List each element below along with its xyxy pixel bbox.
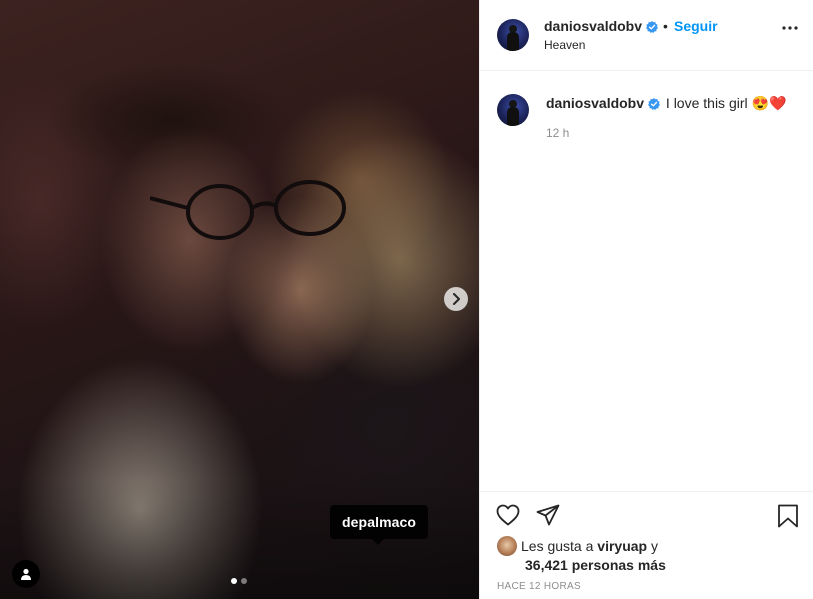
user-tag-icon bbox=[21, 568, 31, 580]
likes-prefix: Les gusta a bbox=[521, 538, 594, 554]
verified-badge-icon bbox=[646, 21, 659, 33]
caption-text-line: daniosvaldobv I love this girl 😍❤️ bbox=[546, 95, 786, 112]
post-header: daniosvaldobv • Seguir Heaven bbox=[480, 0, 813, 71]
carousel-dot bbox=[241, 578, 247, 584]
post-actions: Les gusta a viryuap y 36,421 personas má… bbox=[480, 491, 813, 599]
header-separator: • bbox=[663, 18, 668, 34]
carousel-indicator bbox=[231, 578, 247, 584]
follow-button[interactable]: Seguir bbox=[674, 18, 718, 34]
author-username-link[interactable]: daniosvaldobv bbox=[544, 18, 659, 34]
bookmark-icon[interactable] bbox=[777, 504, 799, 528]
verified-badge-icon bbox=[648, 98, 661, 110]
carousel-next-button[interactable] bbox=[444, 287, 468, 311]
post-side-panel: daniosvaldobv • Seguir Heaven daniosvald… bbox=[479, 0, 813, 599]
liker-username[interactable]: viryuap bbox=[597, 538, 647, 554]
liker-avatar[interactable] bbox=[497, 536, 517, 556]
photo-detail-glasses bbox=[150, 180, 346, 240]
author-username[interactable]: daniosvaldobv bbox=[544, 18, 642, 34]
likes-joiner: y bbox=[650, 538, 658, 554]
likes-summary: Les gusta a viryuap y 36,421 personas má… bbox=[497, 536, 666, 574]
carousel-dot-active bbox=[231, 578, 237, 584]
location-link[interactable]: Heaven bbox=[544, 38, 585, 52]
caption-body: I love this girl 😍❤️ bbox=[665, 95, 787, 111]
likes-count-link[interactable]: 36,421 personas más bbox=[497, 556, 666, 574]
caption-timestamp[interactable]: 12 h bbox=[546, 126, 569, 140]
author-avatar[interactable] bbox=[497, 19, 529, 51]
posted-timestamp[interactable]: HACE 12 HORAS bbox=[497, 581, 581, 592]
heart-icon[interactable] bbox=[496, 504, 520, 526]
caption-username[interactable]: daniosvaldobv bbox=[546, 95, 644, 111]
photo-user-tag[interactable]: depalmaco bbox=[330, 505, 429, 545]
paper-plane-icon[interactable] bbox=[536, 504, 560, 526]
tagged-users-button[interactable] bbox=[12, 560, 40, 588]
chevron-right-icon bbox=[453, 293, 460, 305]
more-options-icon[interactable] bbox=[782, 26, 798, 30]
caption-author-avatar[interactable] bbox=[497, 94, 529, 126]
